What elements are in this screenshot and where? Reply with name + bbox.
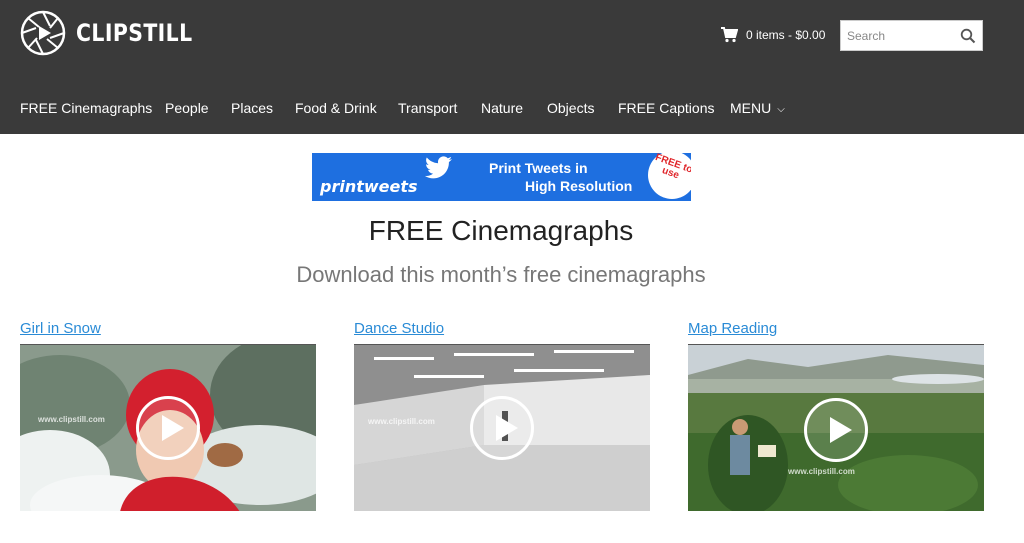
nav-item-menu[interactable]: MENU ⌵ <box>730 100 785 116</box>
aperture-logo-icon <box>20 10 66 56</box>
banner-line-2: High Resolution <box>525 178 633 194</box>
watermark-text: www.clipstill.com <box>38 415 105 424</box>
main-nav: FREE Cinemagraphs People Places Food & D… <box>0 100 1024 122</box>
page-subtitle: Download this month’s free cinemagraphs <box>296 262 706 287</box>
cart-icon <box>721 27 738 43</box>
play-button[interactable] <box>804 398 868 462</box>
card-title-link[interactable]: Map Reading <box>688 320 777 337</box>
play-button[interactable] <box>136 396 200 460</box>
nav-item-free-cinemagraphs[interactable]: FREE Cinemagraphs <box>20 100 152 116</box>
watermark-text: www.clipstill.com <box>368 417 435 426</box>
search-box <box>840 20 983 51</box>
brand-name: CLIPSTILL <box>76 19 193 47</box>
cinemagraph-card-girl-in-snow: Girl in Snow www.clipstill.com <box>20 320 316 511</box>
cart-link[interactable]: 0 items - $0.00 <box>720 26 825 43</box>
chevron-down-icon: ⌵ <box>777 104 785 115</box>
nav-item-nature[interactable]: Nature <box>481 100 523 116</box>
nav-item-objects[interactable]: Objects <box>547 100 594 116</box>
card-thumbnail[interactable]: www.clipstill.com <box>354 344 650 511</box>
nav-item-places[interactable]: Places <box>231 100 273 116</box>
free-badge-text: FREE to use <box>653 153 691 182</box>
cinemagraph-card-dance-studio: Dance Studio www.clipstill.com <box>354 320 650 511</box>
card-thumbnail[interactable]: www.clipstill.com <box>688 344 984 511</box>
nav-item-free-captions[interactable]: FREE Captions <box>618 100 714 116</box>
search-icon[interactable] <box>960 28 976 44</box>
nav-item-food-drink[interactable]: Food & Drink <box>295 100 377 116</box>
menu-label: MENU <box>730 100 772 116</box>
card-title-link[interactable]: Dance Studio <box>354 320 444 337</box>
free-badge: FREE to use <box>648 153 691 199</box>
watermark-text: www.clipstill.com <box>788 467 855 476</box>
banner-line-1: Print Tweets in <box>489 160 588 176</box>
card-thumbnail[interactable]: www.clipstill.com <box>20 344 316 511</box>
banner-brand: printweets <box>320 177 418 196</box>
nav-item-transport[interactable]: Transport <box>398 100 457 116</box>
card-title-link[interactable]: Girl in Snow <box>20 320 101 337</box>
play-button[interactable] <box>470 396 534 460</box>
search-input[interactable] <box>841 21 951 50</box>
site-header: CLIPSTILL 0 items - $0.00 FREE Cinemagra… <box>0 0 1024 134</box>
cinemagraph-card-map-reading: Map Reading www.clipstill.com <box>688 320 984 511</box>
page-title: FREE Cinemagraphs <box>368 215 634 246</box>
logo[interactable]: CLIPSTILL <box>20 10 213 56</box>
printweets-ad-banner[interactable]: printweets Print Tweets in High Resoluti… <box>312 153 691 201</box>
twitter-bird-icon <box>425 156 452 179</box>
cart-summary: 0 items - $0.00 <box>746 27 826 42</box>
nav-item-people[interactable]: People <box>165 100 209 116</box>
